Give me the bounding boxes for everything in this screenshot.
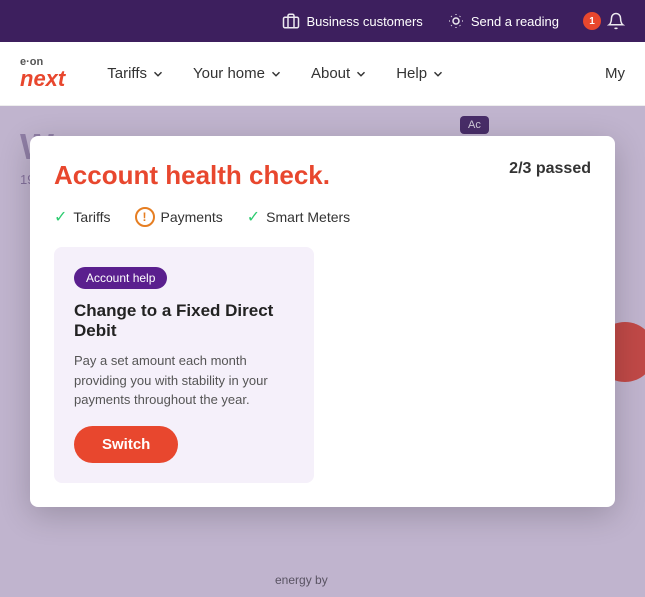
nav-item-about[interactable]: About <box>299 57 380 90</box>
page-background: Wo 192 G Ac t paym payme ment is s after… <box>0 106 645 597</box>
modal-title: Account health check. <box>54 160 330 191</box>
chevron-down-icon <box>269 67 283 81</box>
check-tariffs-icon: ✓ <box>54 207 67 227</box>
check-smart-meters-icon: ✓ <box>247 207 260 227</box>
check-payments-icon: ! <box>135 207 155 227</box>
check-payments: ! Payments <box>135 207 223 227</box>
check-smart-meters-label: Smart Meters <box>266 209 350 225</box>
check-smart-meters: ✓ Smart Meters <box>247 207 350 227</box>
business-customers-label: Business customers <box>306 14 422 29</box>
card-tag: Account help <box>74 267 167 289</box>
send-reading-link[interactable]: Send a reading <box>447 12 559 30</box>
check-payments-label: Payments <box>161 209 223 225</box>
meter-icon <box>447 12 465 30</box>
eon-next-logo[interactable]: e·on next <box>20 57 65 90</box>
modal-score: 2/3 passed <box>509 160 591 178</box>
check-items-row: ✓ Tariffs ! Payments ✓ Smart Meters <box>54 207 591 227</box>
chevron-down-icon <box>151 67 165 81</box>
notification-count: 1 <box>583 12 601 30</box>
chevron-down-icon <box>354 67 368 81</box>
nav-item-tariffs[interactable]: Tariffs <box>95 57 177 90</box>
check-tariffs-label: Tariffs <box>73 209 110 225</box>
top-bar: Business customers Send a reading 1 <box>0 0 645 42</box>
chevron-down-icon <box>431 67 445 81</box>
send-reading-label: Send a reading <box>471 14 559 29</box>
nav-tariffs-label: Tariffs <box>107 65 147 82</box>
briefcase-icon <box>282 12 300 30</box>
logo-next-text: next <box>20 68 65 90</box>
nav-help-label: Help <box>396 65 427 82</box>
modal-header: Account health check. 2/3 passed <box>54 160 591 191</box>
bell-icon <box>607 12 625 30</box>
nav-about-label: About <box>311 65 350 82</box>
nav-items: Tariffs Your home About Help <box>95 57 605 90</box>
nav-your-home-label: Your home <box>193 65 265 82</box>
nav-bar: e·on next Tariffs Your home About Help M… <box>0 42 645 106</box>
account-health-modal: Account health check. 2/3 passed ✓ Tarif… <box>30 136 615 507</box>
notification-bell[interactable]: 1 <box>583 12 625 30</box>
nav-item-your-home[interactable]: Your home <box>181 57 295 90</box>
business-customers-link[interactable]: Business customers <box>282 12 422 30</box>
nav-item-my[interactable]: My <box>605 65 625 82</box>
card-title: Change to a Fixed Direct Debit <box>74 301 294 341</box>
nav-item-help[interactable]: Help <box>384 57 457 90</box>
suggestion-card: Account help Change to a Fixed Direct De… <box>54 247 314 483</box>
switch-button[interactable]: Switch <box>74 426 178 463</box>
card-description: Pay a set amount each month providing yo… <box>74 351 294 410</box>
check-tariffs: ✓ Tariffs <box>54 207 111 227</box>
